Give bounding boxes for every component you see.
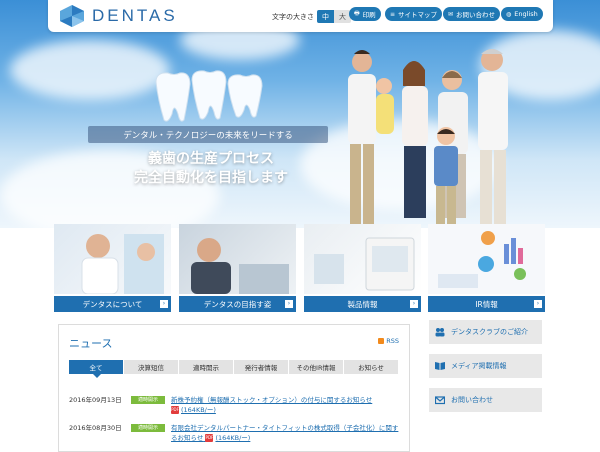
hero-headline-line1: 義歯の生産プロセス bbox=[148, 151, 274, 167]
hero-banner: デンタル・テクノロジーの未来をリードする 義歯の生産プロセス 完全自動化を目指し… bbox=[0, 0, 600, 228]
chevron-right-icon: › bbox=[534, 300, 542, 308]
news-file-size: (164KB/ー) bbox=[181, 406, 216, 414]
font-size-medium-button[interactable]: 中 bbox=[317, 10, 334, 23]
pdf-icon: PDF bbox=[171, 406, 179, 414]
hero-headline-line2: 完全自動化を目指します bbox=[134, 170, 288, 186]
print-label: 印刷 bbox=[362, 11, 376, 19]
hero-headline: 義歯の生産プロセス 完全自動化を目指します bbox=[116, 150, 306, 188]
sitemap-label: サイトマップ bbox=[398, 11, 438, 19]
tile-products-image bbox=[304, 224, 421, 294]
tile-products-label: 製品情報 bbox=[347, 299, 378, 309]
tab-timely-disclosure[interactable]: 適時開示 bbox=[179, 360, 233, 374]
tile-ir-label: IR情報 bbox=[475, 299, 498, 309]
news-file-size: (164KB/ー) bbox=[215, 434, 251, 442]
side-link-club[interactable]: デンタスクラブのご紹介 bbox=[429, 320, 542, 344]
tile-vision-image bbox=[179, 224, 296, 294]
news-panel: ニュース RSS 全て 決算短信 適時開示 発行者情報 その他IR情報 お知らせ… bbox=[58, 324, 410, 452]
mail-icon bbox=[435, 396, 445, 405]
tab-other-ir[interactable]: その他IR情報 bbox=[289, 360, 343, 374]
site-header: DENTAS 文字の大きさ 中 大 🖶 印刷 ≡ サイトマップ ✉ お問い合わせ… bbox=[48, 0, 553, 32]
news-date: 2016年08月30日 bbox=[69, 424, 122, 432]
teeth-illustration bbox=[155, 70, 263, 122]
family-photo bbox=[348, 49, 508, 226]
english-button[interactable]: ◍ English bbox=[501, 7, 543, 21]
news-link[interactable]: 有限会社デンタルパートナー・タイトフィットの株式取得（子会社化）に関するお知らせ… bbox=[171, 423, 401, 443]
dentas-logo-icon bbox=[60, 5, 84, 27]
news-title: ニュース bbox=[69, 337, 113, 350]
side-link-contact-label: お問い合わせ bbox=[451, 396, 493, 404]
side-link-club-label: デンタスクラブのご紹介 bbox=[451, 328, 528, 336]
tile-vision[interactable]: デンタスの目指す姿 › bbox=[179, 224, 296, 314]
news-badge: 適時開示 bbox=[131, 424, 165, 432]
book-icon bbox=[435, 362, 445, 370]
chevron-right-icon: › bbox=[160, 300, 168, 308]
pdf-icon: PDF bbox=[205, 434, 214, 442]
tab-issuer-info[interactable]: 発行者情報 bbox=[234, 360, 288, 374]
news-link-text: 新株予約権（無報酬ストック・オプション）の付与に関するお知らせ bbox=[171, 396, 373, 404]
english-label: English bbox=[514, 10, 538, 18]
news-tabs: 全て 決算短信 適時開示 発行者情報 その他IR情報 お知らせ bbox=[69, 360, 399, 378]
tile-vision-label: デンタスの目指す姿 bbox=[203, 299, 272, 309]
news-badge: 適時開示 bbox=[131, 396, 165, 404]
news-date: 2016年09月13日 bbox=[69, 396, 122, 404]
sitemap-icon: ≡ bbox=[390, 10, 396, 18]
tab-notices[interactable]: お知らせ bbox=[344, 360, 398, 374]
hero-tagline: デンタル・テクノロジーの未来をリードする bbox=[88, 126, 328, 143]
logo-text: DENTAS bbox=[92, 6, 178, 25]
side-link-media[interactable]: メディア掲載情報 bbox=[429, 354, 542, 378]
chevron-right-icon: › bbox=[285, 300, 293, 308]
rss-icon bbox=[378, 338, 385, 344]
tile-about-bar[interactable]: デンタスについて › bbox=[54, 296, 171, 312]
tile-ir-bar[interactable]: IR情報 › bbox=[428, 296, 545, 312]
globe-icon: ◍ bbox=[506, 10, 512, 18]
print-icon: 🖶 bbox=[354, 10, 360, 17]
tile-vision-bar[interactable]: デンタスの目指す姿 › bbox=[179, 296, 296, 312]
rss-link[interactable]: RSS bbox=[378, 337, 399, 345]
news-item: 2016年08月30日 適時開示 有限会社デンタルパートナー・タイトフィットの株… bbox=[69, 423, 399, 447]
tile-about[interactable]: デンタスについて › bbox=[54, 224, 171, 314]
tile-ir-image bbox=[428, 224, 545, 294]
side-link-contact[interactable]: お問い合わせ bbox=[429, 388, 542, 412]
contact-button[interactable]: ✉ お問い合わせ bbox=[443, 7, 501, 21]
sitemap-button[interactable]: ≡ サイトマップ bbox=[385, 7, 443, 21]
tile-products[interactable]: 製品情報 › bbox=[304, 224, 421, 314]
font-size-switcher: 文字の大きさ 中 大 bbox=[272, 10, 351, 23]
print-button[interactable]: 🖶 印刷 bbox=[349, 7, 381, 21]
rss-label: RSS bbox=[386, 337, 399, 345]
people-icon bbox=[435, 328, 445, 337]
tile-products-bar[interactable]: 製品情報 › bbox=[304, 296, 421, 312]
tab-earnings[interactable]: 決算短信 bbox=[124, 360, 178, 374]
news-link[interactable]: 新株予約権（無報酬ストック・オプション）の付与に関するお知らせ PDF (164K… bbox=[171, 395, 401, 415]
contact-label: お問い合わせ bbox=[456, 11, 496, 19]
tile-about-image bbox=[54, 224, 171, 294]
tab-all[interactable]: 全て bbox=[69, 360, 123, 378]
side-link-media-label: メディア掲載情報 bbox=[451, 362, 507, 370]
tile-about-label: デンタスについて bbox=[82, 299, 143, 309]
font-size-label: 文字の大きさ bbox=[272, 12, 314, 21]
news-item: 2016年09月13日 適時開示 新株予約権（無報酬ストック・オプション）の付与… bbox=[69, 395, 399, 419]
mail-icon: ✉ bbox=[448, 10, 454, 18]
tile-ir[interactable]: IR情報 › bbox=[428, 224, 545, 314]
chevron-right-icon: › bbox=[410, 300, 418, 308]
logo[interactable]: DENTAS bbox=[60, 5, 178, 27]
